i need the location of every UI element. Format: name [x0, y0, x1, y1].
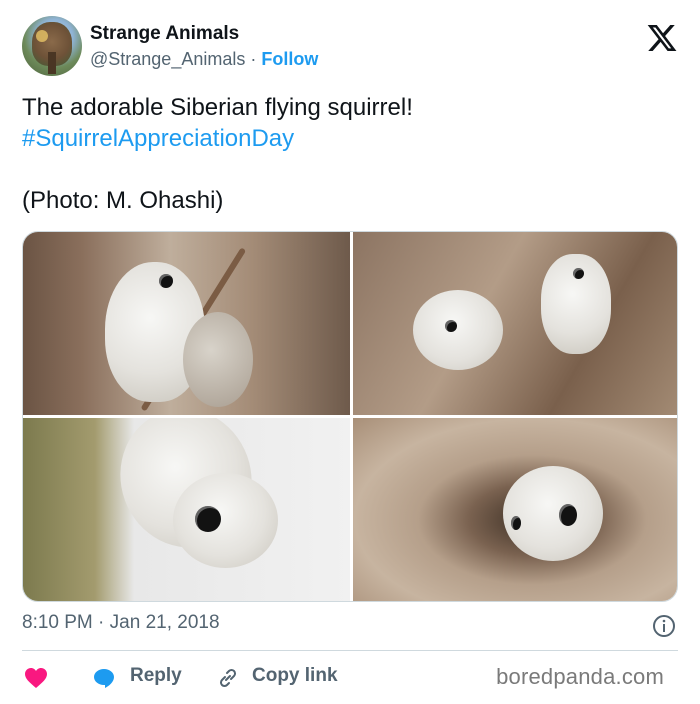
squirrel-eye [559, 504, 577, 526]
heart-icon[interactable] [24, 667, 48, 689]
avatar-trunk-shape [48, 52, 56, 74]
tweet-time: 8:10 PM [22, 612, 93, 633]
reply-button[interactable]: Reply [130, 665, 182, 687]
timestamp-separator: · [98, 612, 105, 633]
photo-credit: (Photo: M. Ohashi) [22, 187, 224, 214]
info-icon[interactable] [652, 614, 676, 638]
photo-4[interactable] [353, 418, 677, 601]
photo-1[interactable] [23, 232, 350, 415]
photo-grid [22, 231, 678, 602]
squirrel-shape [413, 290, 503, 370]
avatar-light-shape [36, 30, 48, 42]
watermark: boredpanda.com [496, 664, 664, 689]
squirrel-eye [195, 506, 221, 532]
reply-bubble-icon[interactable] [92, 666, 116, 690]
tweet-line-1: The adorable Siberian flying squirrel! [22, 94, 413, 121]
x-logo-icon[interactable] [646, 22, 678, 54]
author-handle-row: @Strange_Animals · Follow [90, 49, 318, 70]
link-icon[interactable] [216, 666, 240, 690]
divider [22, 650, 678, 651]
photo-2[interactable] [353, 232, 677, 415]
tweet-actions: Reply Copy link boredpanda.com [22, 662, 682, 692]
photo-3[interactable] [23, 418, 350, 601]
squirrel-shape [503, 466, 603, 561]
squirrel-eye [445, 320, 457, 332]
hashtag-link[interactable]: #SquirrelAppreciationDay [22, 123, 662, 154]
squirrel-eye [511, 516, 521, 530]
tweet-header: Strange Animals @Strange_Animals · Follo… [22, 14, 682, 78]
author-handle[interactable]: @Strange_Animals [90, 49, 245, 69]
tweet-text: The adorable Siberian flying squirrel! #… [22, 92, 662, 216]
squirrel-head-shape [173, 473, 278, 568]
squirrel-eye [159, 274, 173, 288]
squirrel-eye [573, 268, 584, 279]
copy-link-button[interactable]: Copy link [252, 665, 338, 687]
author-avatar[interactable] [22, 16, 82, 76]
squirrel-tail-shape [183, 312, 253, 407]
handle-separator: · [250, 49, 257, 69]
follow-button[interactable]: Follow [261, 49, 318, 69]
author-display-name[interactable]: Strange Animals [90, 23, 239, 45]
tweet-timestamp[interactable]: 8:10 PM · Jan 21, 2018 [22, 612, 220, 634]
tweet-date: Jan 21, 2018 [109, 612, 220, 633]
